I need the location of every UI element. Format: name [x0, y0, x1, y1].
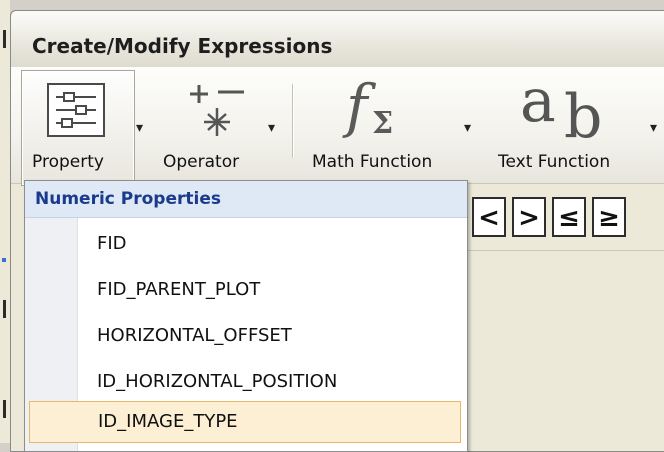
- menu-item-label: FID_PARENT_PLOT: [97, 279, 261, 300]
- background-window-edge: [0, 0, 10, 443]
- toolbar-separator: [292, 84, 294, 158]
- less-equal-button[interactable]: ≤: [552, 197, 586, 237]
- property-dropdown-menu: Numeric Properties FID FID_PARENT_PLOT H…: [24, 180, 468, 452]
- numeric-properties-heading: Numeric Properties: [35, 189, 221, 209]
- menu-item-fid[interactable]: FID: [77, 223, 465, 265]
- property-sliders-icon: [47, 83, 105, 137]
- panel-title: Create/Modify Expressions: [32, 34, 333, 58]
- text-function-dropdown-caret[interactable]: ▾: [650, 120, 657, 136]
- menu-section-header: Numeric Properties: [25, 181, 467, 218]
- menu-item-label: FID: [97, 233, 127, 254]
- greater-than-button[interactable]: >: [512, 197, 546, 237]
- text-function-button-label[interactable]: Text Function: [498, 152, 610, 172]
- operator-button-label[interactable]: Operator: [163, 152, 239, 172]
- math-function-dropdown-caret[interactable]: ▾: [464, 120, 471, 136]
- menu-item-id-image-type[interactable]: ID_IMAGE_TYPE: [29, 401, 461, 443]
- property-dropdown-caret[interactable]: ▾: [136, 120, 143, 136]
- greater-equal-button[interactable]: ≥: [592, 197, 626, 237]
- edge-mark: [3, 300, 6, 318]
- edge-mark: [3, 400, 6, 418]
- operator-icon: [190, 85, 244, 136]
- math-function-icon: f Σ: [346, 72, 394, 141]
- menu-item-label: ID_IMAGE_TYPE: [98, 411, 238, 432]
- edge-mark: [3, 30, 6, 48]
- menu-item-label: ID_HORIZONTAL_POSITION: [97, 371, 338, 392]
- menu-item-id-horizontal-position[interactable]: ID_HORIZONTAL_POSITION: [77, 361, 465, 403]
- menu-item-fid-parent-plot[interactable]: FID_PARENT_PLOT: [77, 269, 465, 311]
- menu-item-label: HORIZONTAL_OFFSET: [97, 325, 292, 346]
- less-than-button[interactable]: <: [472, 197, 506, 237]
- menu-item-horizontal-offset[interactable]: HORIZONTAL_OFFSET: [77, 315, 465, 357]
- text-function-icon: a b: [520, 66, 603, 152]
- math-function-button-label[interactable]: Math Function: [312, 152, 432, 172]
- operator-dropdown-caret[interactable]: ▾: [268, 120, 275, 136]
- property-button-label: Property: [32, 152, 104, 172]
- edge-dot: [2, 258, 6, 262]
